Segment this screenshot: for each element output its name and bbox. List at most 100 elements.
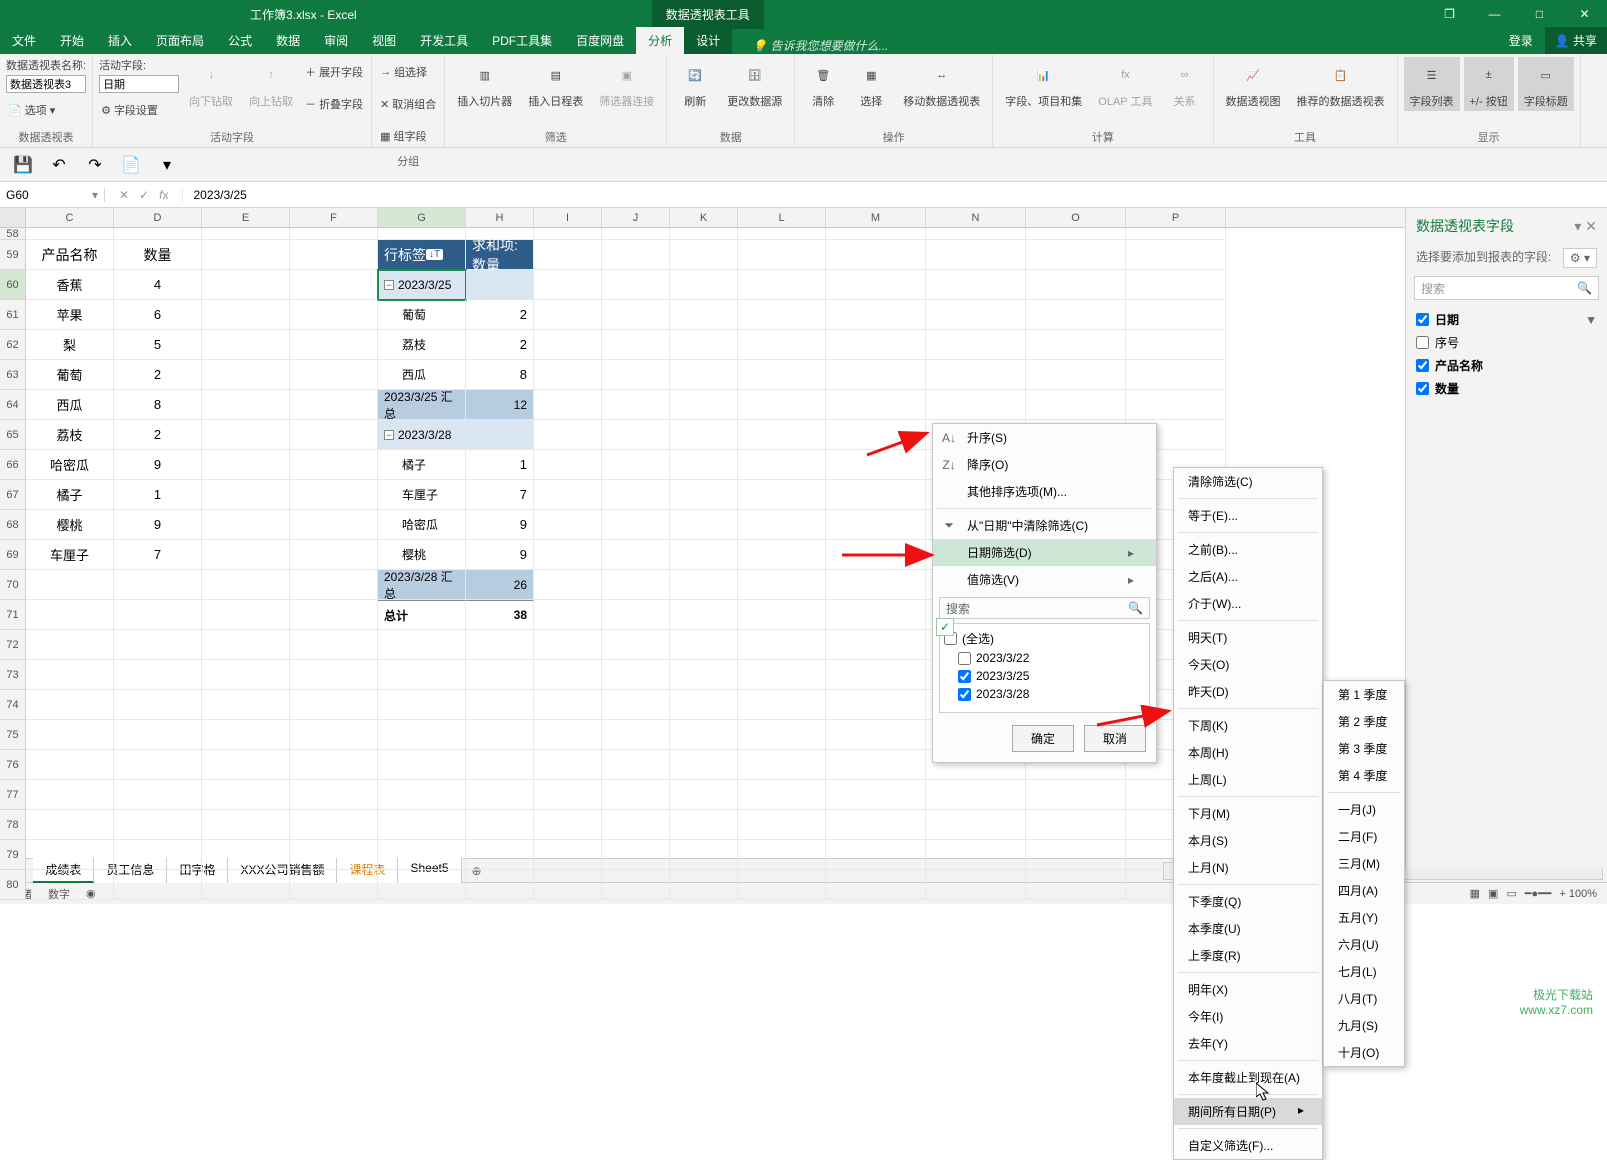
cell[interactable] [26,810,114,840]
pivot-cell[interactable]: 9 [466,540,534,570]
pivot-cell[interactable]: 2 [466,300,534,330]
cell[interactable] [826,750,926,780]
cell[interactable] [202,840,290,870]
cell[interactable] [926,300,1026,330]
cell[interactable] [378,720,466,750]
close-button[interactable]: ✕ [1562,0,1607,28]
cell[interactable] [826,330,926,360]
sm-before[interactable]: 之前(B)... [1174,536,1322,563]
sm-this-month[interactable]: 本月(S) [1174,827,1322,854]
enter-formula-icon[interactable]: ✓ [139,188,149,202]
check-date-3[interactable] [958,688,971,701]
cell[interactable] [534,420,602,450]
left-table-qty[interactable]: 5 [114,330,202,360]
left-table-qty[interactable]: 6 [114,300,202,330]
cell[interactable] [602,870,670,900]
row-header[interactable]: 76 [0,750,26,780]
cell[interactable] [926,360,1026,390]
cell[interactable] [738,840,826,870]
cell[interactable] [26,720,114,750]
col-header-G[interactable]: G [378,208,466,227]
left-table-header-name[interactable]: 产品名称 [26,240,114,270]
cell[interactable] [378,780,466,810]
cell[interactable] [670,360,738,390]
pivot-cell[interactable]: 总计 [378,600,466,630]
cell[interactable] [378,690,466,720]
change-source[interactable]: 🗄更改数据源 [721,57,788,111]
cell[interactable] [202,570,290,600]
row-header[interactable]: 63 [0,360,26,390]
plus-minus-toggle[interactable]: ±+/- 按钮 [1464,57,1514,111]
check-date-2[interactable] [958,670,971,683]
expand-field[interactable]: ＋展开字段 [303,57,365,87]
cell[interactable] [290,660,378,690]
cell[interactable] [926,330,1026,360]
col-header-O[interactable]: O [1026,208,1126,227]
funnel-icon[interactable]: ▼ [1585,313,1597,327]
cell[interactable] [602,480,670,510]
sm-next-quarter[interactable]: 下季度(Q) [1174,888,1322,915]
pivot-row-header[interactable]: 行标签 ↓T [378,240,466,270]
tab-baidu[interactable]: 百度网盘 [564,27,636,54]
insert-slicer[interactable]: ▥插入切片器 [451,57,518,111]
left-table-qty[interactable]: 7 [114,540,202,570]
cell[interactable] [114,750,202,780]
cell[interactable] [290,810,378,840]
left-table-name[interactable]: 橘子 [26,480,114,510]
left-table-name[interactable]: 苹果 [26,300,114,330]
field-pane-gear-icon[interactable]: ⚙ ▾ [1563,248,1597,268]
pm-q4[interactable]: 第 4 季度 [1324,762,1404,789]
cell[interactable] [670,600,738,630]
field-item[interactable]: 日期▼ [1414,308,1599,331]
cell[interactable] [602,510,670,540]
cell[interactable] [202,300,290,330]
cell[interactable] [738,390,826,420]
cell[interactable] [378,228,466,240]
cell[interactable] [602,390,670,420]
cell[interactable] [1126,300,1226,330]
cell[interactable] [290,750,378,780]
cell[interactable] [202,450,290,480]
cell[interactable] [202,600,290,630]
sm-after[interactable]: 之后(A)... [1174,563,1322,590]
cell[interactable] [290,570,378,600]
field-checkbox[interactable] [1416,336,1429,349]
pivot-value-header[interactable]: 求和项:数量 [466,240,534,270]
cell[interactable] [826,630,926,660]
cell[interactable] [602,750,670,780]
cell[interactable] [738,570,826,600]
cell[interactable] [926,270,1026,300]
cell[interactable] [290,540,378,570]
cell[interactable] [670,510,738,540]
cell[interactable] [26,690,114,720]
cell[interactable] [826,600,926,630]
group-field[interactable]: ▦组字段 [378,121,438,151]
cell[interactable] [1026,240,1126,270]
cell[interactable] [534,840,602,870]
cell[interactable] [202,720,290,750]
field-checkbox[interactable] [1416,313,1429,326]
move-pivot[interactable]: ↔移动数据透视表 [897,57,986,111]
tab-analyze[interactable]: 分析 [636,27,684,54]
left-table-qty[interactable]: 4 [114,270,202,300]
group-selection[interactable]: →组选择 [378,57,438,87]
cell[interactable] [738,300,826,330]
left-table-qty[interactable]: 2 [114,420,202,450]
date-filter[interactable]: 日期筛选(D)▸ [933,539,1156,566]
cell[interactable] [670,750,738,780]
row-header[interactable]: 68 [0,510,26,540]
cell[interactable] [202,270,290,300]
cell[interactable] [466,660,534,690]
recommended-pivot[interactable]: 📋推荐的数据透视表 [1291,57,1391,111]
row-header[interactable]: 65 [0,420,26,450]
cell[interactable] [202,420,290,450]
cell[interactable] [670,780,738,810]
tab-file[interactable]: 文件 [0,27,48,54]
tab-home[interactable]: 开始 [48,27,96,54]
cell[interactable] [534,570,602,600]
cell[interactable] [290,450,378,480]
pivot-cell[interactable]: 哈密瓜 [378,510,466,540]
cell[interactable] [826,570,926,600]
cell[interactable] [826,420,926,450]
cell[interactable] [534,720,602,750]
